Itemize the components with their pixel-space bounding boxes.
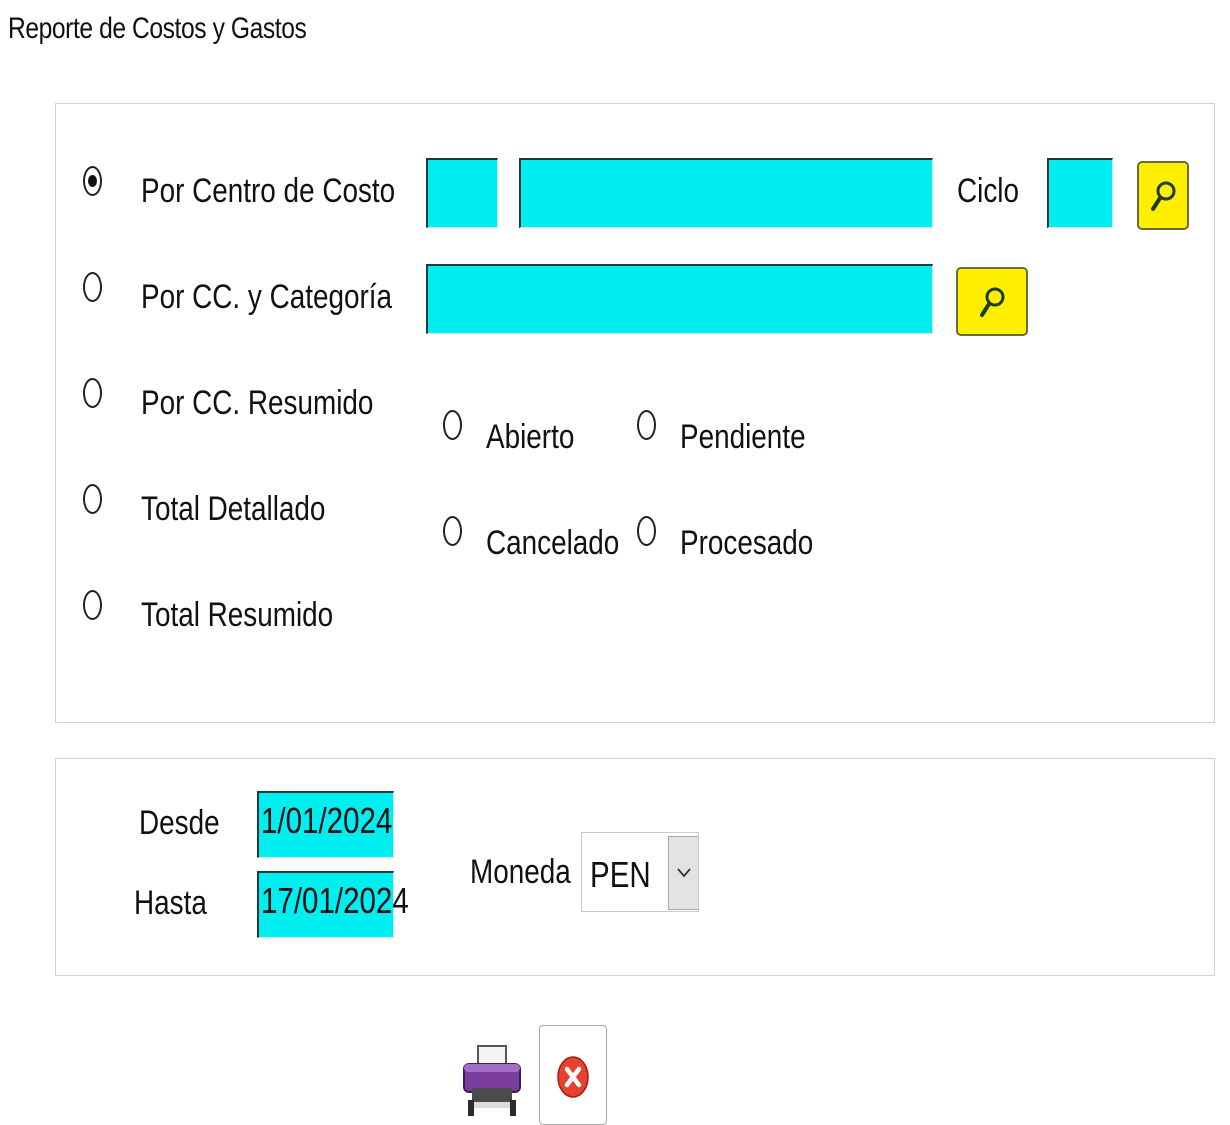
radio-por-cc-resumido[interactable] bbox=[83, 378, 102, 408]
label-por-cc-y-categoria: Por CC. y Categoría bbox=[141, 278, 393, 316]
radio-pendiente[interactable] bbox=[637, 410, 656, 440]
radio-abierto[interactable] bbox=[443, 410, 462, 440]
ciclo-search-button[interactable] bbox=[1137, 161, 1189, 230]
print-button[interactable] bbox=[460, 1040, 524, 1120]
currency-selected-value: PEN bbox=[590, 854, 651, 895]
radio-por-centro-de-costo[interactable] bbox=[83, 166, 102, 196]
currency-dropdown-button[interactable] bbox=[668, 836, 698, 910]
ciclo-input[interactable] bbox=[1047, 158, 1113, 228]
cost-center-code-input[interactable] bbox=[426, 158, 498, 228]
close-icon bbox=[557, 1056, 589, 1098]
radio-por-cc-y-categoria[interactable] bbox=[83, 272, 102, 302]
category-search-button[interactable] bbox=[956, 267, 1028, 336]
search-icon bbox=[980, 287, 1005, 317]
chevron-down-icon bbox=[677, 868, 691, 878]
label-por-cc-resumido: Por CC. Resumido bbox=[141, 384, 374, 422]
close-button[interactable] bbox=[539, 1025, 607, 1125]
label-total-detallado: Total Detallado bbox=[141, 490, 326, 528]
moneda-label: Moneda bbox=[470, 853, 571, 891]
desde-label: Desde bbox=[139, 804, 220, 842]
label-por-centro-de-costo: Por Centro de Costo bbox=[141, 172, 396, 210]
label-cancelado: Cancelado bbox=[486, 524, 620, 562]
search-icon bbox=[1151, 181, 1176, 211]
radio-cancelado[interactable] bbox=[443, 516, 462, 546]
hasta-date-input[interactable]: 17/01/2024 bbox=[257, 871, 409, 938]
label-total-resumido: Total Resumido bbox=[141, 596, 334, 634]
label-pendiente: Pendiente bbox=[680, 418, 806, 456]
radio-total-detallado[interactable] bbox=[83, 484, 102, 514]
cost-center-name-input[interactable] bbox=[519, 158, 933, 228]
currency-select[interactable]: PEN bbox=[581, 832, 699, 912]
category-input[interactable] bbox=[426, 264, 933, 334]
radio-procesado[interactable] bbox=[637, 516, 656, 546]
label-abierto: Abierto bbox=[486, 418, 575, 456]
hasta-label: Hasta bbox=[134, 884, 207, 922]
window-title: Reporte de Costos y Gastos bbox=[8, 12, 307, 45]
radio-total-resumido[interactable] bbox=[83, 590, 102, 620]
label-procesado: Procesado bbox=[680, 524, 814, 562]
desde-date-input[interactable]: 1/01/2024 bbox=[257, 791, 394, 858]
printer-icon bbox=[463, 1045, 521, 1116]
ciclo-label: Ciclo bbox=[957, 172, 1019, 210]
